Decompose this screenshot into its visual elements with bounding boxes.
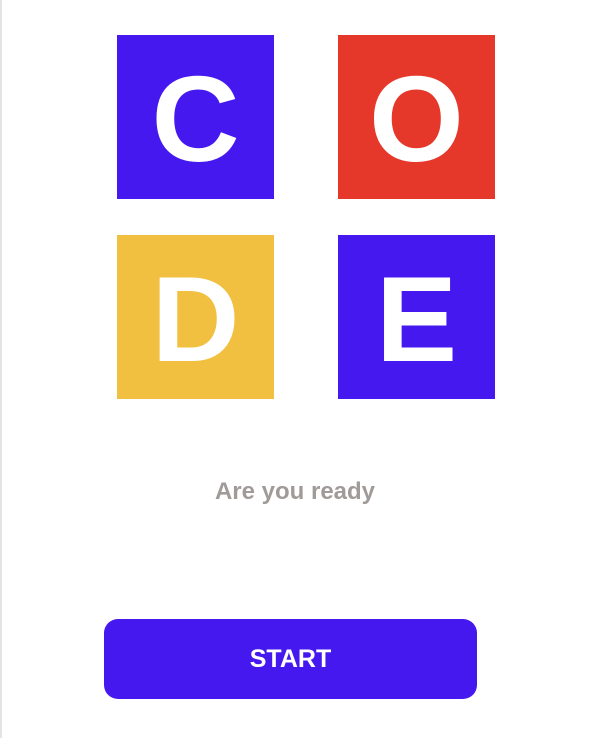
ready-prompt: Are you ready [214, 478, 376, 505]
logo-letter-o: O [369, 51, 464, 187]
logo-tile-c: C [117, 35, 274, 199]
logo-tile-e: E [338, 235, 495, 399]
logo-tile-d: D [117, 235, 274, 399]
start-button[interactable]: START [104, 619, 477, 699]
logo-tile-o: O [338, 35, 495, 199]
left-edge-divider [0, 0, 2, 738]
logo-letter-d: D [151, 251, 240, 387]
logo-letter-c: C [151, 51, 240, 187]
logo-letter-e: E [375, 251, 458, 387]
